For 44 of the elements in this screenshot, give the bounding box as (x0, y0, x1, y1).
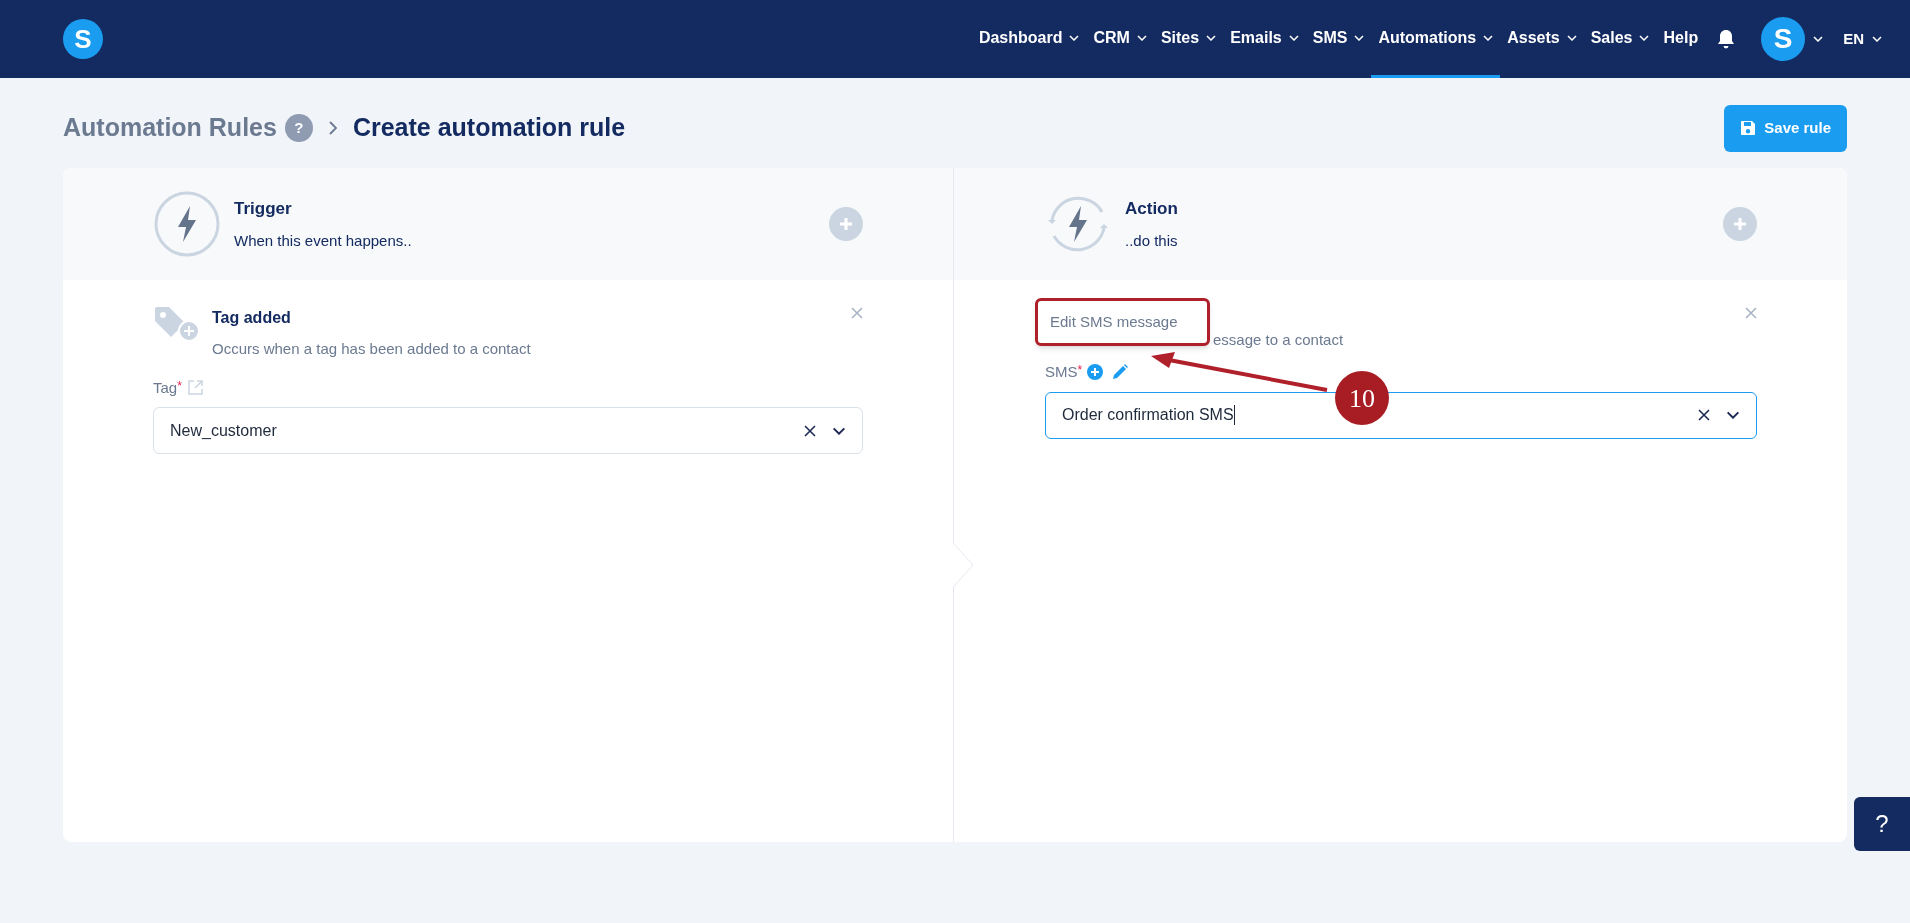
language-selector[interactable]: EN (1843, 27, 1882, 51)
nav-item[interactable]: Assets (1500, 0, 1584, 78)
trigger-item-description: Occurs when a tag has been added to a contact (212, 339, 531, 359)
add-sms-button[interactable] (1087, 364, 1104, 381)
nav-item[interactable]: SMS (1305, 0, 1372, 78)
pencil-icon[interactable] (1112, 364, 1129, 381)
nav-item[interactable]: Sites (1153, 0, 1224, 78)
close-icon[interactable] (804, 424, 816, 437)
trigger-item-title: Tag added (212, 308, 292, 328)
nav-item[interactable]: Emails (1223, 0, 1306, 78)
nav-item[interactable]: Automations (1371, 0, 1501, 78)
nav-item[interactable]: CRM (1086, 0, 1154, 78)
action-title: Action (1125, 198, 1178, 220)
plus-icon (1732, 216, 1748, 232)
select-value: New_customer (170, 420, 277, 441)
plus-icon (838, 216, 854, 232)
chevron-down-icon (1872, 36, 1882, 42)
tooltip-text: Edit SMS message (1050, 311, 1178, 332)
plus-icon (1091, 368, 1100, 377)
nav-item[interactable]: Sales (1583, 0, 1657, 78)
help-button[interactable]: ? (1854, 797, 1910, 851)
chevron-down-icon (832, 426, 846, 435)
bell-icon[interactable] (1717, 29, 1736, 49)
step-badge: 10 (1335, 371, 1389, 425)
field-label: SMS* (1045, 362, 1083, 382)
chevron-down-icon (1813, 36, 1824, 42)
breadcrumb-link[interactable]: Automation Rules (63, 109, 277, 147)
text-cursor (1233, 405, 1235, 425)
select-value: Order confirmation SMS (1062, 405, 1234, 425)
bolt-icon (153, 190, 221, 258)
nav-item[interactable]: Dashboard (971, 0, 1087, 78)
nav-item[interactable]: Help (1656, 0, 1706, 78)
close-icon[interactable] (1698, 409, 1710, 421)
save-icon (1740, 120, 1757, 136)
page-title: Create automation rule (352, 112, 626, 144)
trigger-subtitle: When this event happens.. (234, 230, 412, 251)
field-label: Tag* (153, 377, 182, 398)
chevron-right-icon (328, 121, 337, 135)
action-subtitle: ..do this (1125, 230, 1178, 251)
chevron-down-icon (1726, 411, 1740, 419)
select-field[interactable]: New_customer (153, 407, 863, 454)
tag-plus-icon (153, 305, 199, 343)
action-item-description: essage to a contact (1213, 330, 1344, 350)
trigger-title: Trigger (234, 198, 293, 220)
